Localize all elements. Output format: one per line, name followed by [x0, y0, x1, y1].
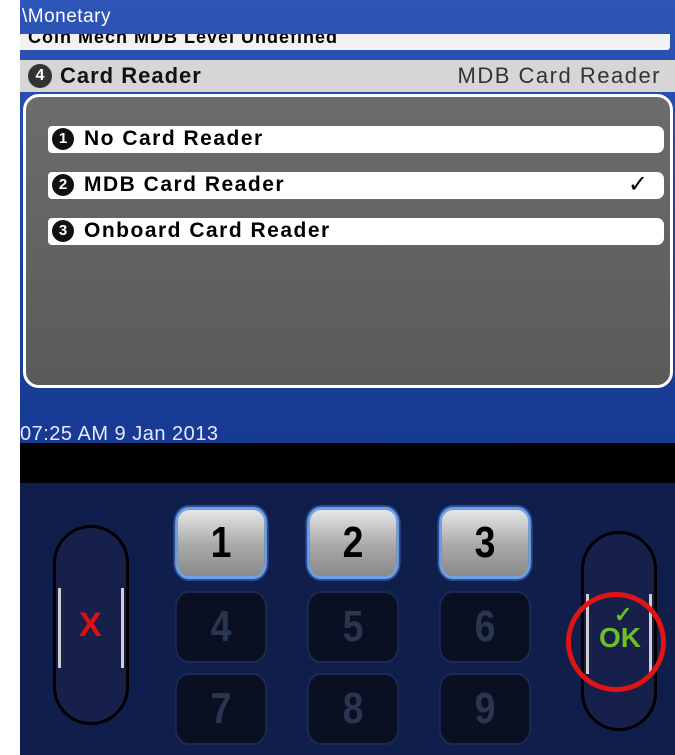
cancel-x-icon: X	[79, 606, 102, 644]
ok-highlight-circle	[566, 592, 666, 692]
menu-row-card-reader[interactable]: 4 Card Reader MDB Card Reader	[20, 60, 675, 92]
option-label: No Card Reader	[84, 127, 264, 150]
breadcrumb: \Monetary	[22, 6, 111, 27]
key-9[interactable]: 9	[439, 673, 531, 745]
device-frame: \Monetary Coin Mech MDB Level Undefined …	[20, 0, 675, 755]
cancel-button[interactable]: X	[53, 525, 129, 725]
key-2[interactable]: 2	[307, 507, 399, 579]
option-label: MDB Card Reader	[84, 173, 286, 196]
key-3[interactable]: 3	[439, 507, 531, 579]
option-number-badge: 2	[52, 174, 74, 196]
option-onboard-card-reader[interactable]: 3 Onboard Card Reader	[48, 218, 664, 245]
option-no-card-reader[interactable]: 1 No Card Reader	[48, 126, 664, 153]
menu-row-previous-label: Coin Mech MDB Level Undefined	[28, 34, 339, 47]
option-number-badge: 1	[52, 128, 74, 150]
option-label: Onboard Card Reader	[84, 219, 331, 242]
keypad-panel: X 1 2 3 4 5 6 7 8 9 ✓ OK	[20, 483, 675, 755]
option-mdb-card-reader[interactable]: 2 MDB Card Reader ✓	[48, 171, 664, 199]
key-5[interactable]: 5	[307, 591, 399, 663]
row-number-badge: 4	[28, 64, 52, 88]
card-reader-options-popup: 1 No Card Reader 2 MDB Card Reader ✓ 3 O…	[23, 94, 673, 388]
menu-row-value: MDB Card Reader	[457, 63, 661, 88]
key-4[interactable]: 4	[175, 591, 267, 663]
check-icon: ✓	[627, 171, 648, 198]
key-1[interactable]: 1	[175, 507, 267, 579]
menu-row-previous[interactable]: Coin Mech MDB Level Undefined	[20, 34, 670, 50]
menu-row-label: Card Reader	[60, 63, 202, 88]
lcd-screen: \Monetary Coin Mech MDB Level Undefined …	[20, 0, 675, 445]
screen-bezel	[20, 443, 675, 483]
option-number-badge: 3	[52, 220, 74, 242]
key-8[interactable]: 8	[307, 673, 399, 745]
key-6[interactable]: 6	[439, 591, 531, 663]
key-7[interactable]: 7	[175, 673, 267, 745]
